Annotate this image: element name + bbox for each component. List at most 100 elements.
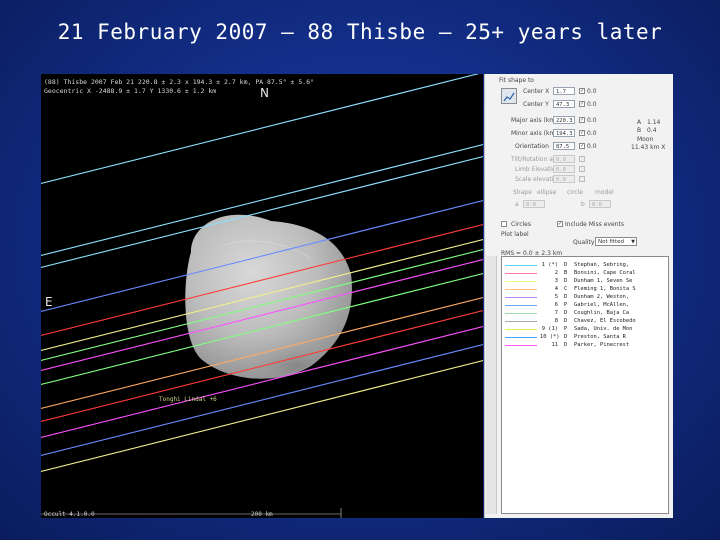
major-axis-label: Major axis (km) [511, 117, 558, 124]
circles-label: Circles [511, 221, 531, 228]
minor-axis-label: Minor axis (km) [511, 130, 558, 137]
plot-header-line-1: (88) Thisbe 2007 Feb 21 220.8 ± 2.3 x 19… [44, 78, 315, 86]
chord-list[interactable]: 1 (*) D Stephan, Sebring, 2 B Bonsini, Cape C… [501, 256, 669, 514]
chord-list-row[interactable]: 10 (*) D Preston, Santa R [502, 333, 668, 341]
major-axis-field[interactable]: 220.3 [553, 116, 575, 124]
chord-list-row[interactable]: 11 D Parker, Pinecrest [502, 341, 668, 349]
major-axis-check[interactable]: ✓ [579, 117, 585, 123]
north-label: N [260, 86, 269, 100]
tilt-check[interactable] [579, 156, 585, 162]
chord-code: P [564, 326, 568, 332]
chord-number: 11 [551, 342, 559, 348]
chord-code: D [564, 334, 568, 340]
chord-color-swatch [505, 264, 537, 266]
chord-color-swatch [505, 344, 537, 346]
chord-list-row[interactable]: 9 (1) P Sada, Univ. de Mon [502, 325, 668, 333]
chord-code: P [564, 302, 568, 308]
chord-observer: Bonsini, Cape Coral [574, 270, 636, 276]
chord-observer: Parker, Pinecrest [574, 342, 630, 348]
center-x-sd: 0.0 [587, 88, 597, 95]
chord-plot-canvas [41, 74, 483, 518]
slide-title: 21 February 2007 – 88 Thisbe – 25+ years… [57, 20, 663, 44]
chord-number: 4 [554, 286, 558, 292]
chord-number: 2 [554, 270, 558, 276]
dim-a-field[interactable]: 0.0 [523, 200, 545, 208]
quality-label: Quality [573, 239, 595, 246]
quality-value: Not fitted [598, 239, 625, 245]
minor-axis-check[interactable]: ✓ [579, 130, 585, 136]
chord-list-row[interactable]: 5 D Dunham 2, Weston, [502, 293, 668, 301]
chord-list-row[interactable]: 8 D Chavez, El Escobedo [502, 317, 668, 325]
include-miss-check[interactable]: ✓ [557, 221, 563, 227]
chord-color-swatch [505, 272, 537, 274]
chord-code: D [564, 318, 568, 324]
tilt-field[interactable]: 0.0 [553, 155, 575, 163]
chevron-down-icon: ▼ [631, 239, 635, 245]
shape-option-ellipse[interactable]: ellipse [537, 189, 556, 196]
center-y-check[interactable]: ✓ [579, 101, 585, 107]
fit-group-label: Fit shape to [499, 77, 534, 84]
limb-check[interactable] [579, 166, 585, 172]
chord-number: 3 [554, 278, 558, 284]
chord-color-swatch [505, 336, 537, 338]
center-x-field[interactable]: 1.7 [553, 87, 575, 95]
chord-number: 6 [554, 302, 558, 308]
chord-observer: Fleming 1, Bonita S [574, 286, 636, 292]
shape-option-circle[interactable]: circle [567, 189, 583, 196]
chord-color-swatch [505, 312, 537, 314]
chord-list-row[interactable]: 1 (*) D Stephan, Sebring, [502, 261, 668, 269]
chord-observer: Stephan, Sebring, [574, 262, 630, 268]
orientation-sd: 0.0 [587, 143, 597, 150]
chord-list-row[interactable]: 2 B Bonsini, Cape Coral [502, 269, 668, 277]
minor-axis-field[interactable]: 194.3 [553, 129, 575, 137]
chord-list-row[interactable]: 7 D Coughlin, Baja Ca [502, 309, 668, 317]
chord-number: 5 [554, 294, 558, 300]
panel-scrollbar[interactable] [486, 256, 497, 514]
plot-header-line-2: Geocentric X -2488.9 ± 1.7 Y 1330.6 ± 1.… [44, 87, 217, 95]
chord-number: 10 (*) [540, 334, 560, 340]
chord-color-swatch [505, 280, 537, 282]
chord-code: D [564, 294, 568, 300]
plot-label-label: Plot label [501, 231, 529, 238]
chord-list-row[interactable]: 4 C Fleming 1, Bonita S [502, 285, 668, 293]
chord-color-swatch [505, 328, 537, 330]
chord-list-row[interactable]: 3 D Dunham 1, Seven Se [502, 277, 668, 285]
center-y-label: Center Y [523, 101, 549, 108]
dim-a-label: a [515, 201, 519, 208]
ratio-label-a: A [637, 119, 642, 126]
occultation-plot[interactable]: (88) Thisbe 2007 Feb 21 220.8 ± 2.3 x 19… [41, 74, 483, 518]
chord-observer: Dunham 2, Weston, [574, 294, 630, 300]
chord-code: D [564, 310, 568, 316]
scale-elev-check[interactable] [579, 176, 585, 182]
chord-observer: Chavez, El Escobedo [574, 318, 636, 324]
moon-label: Moon [637, 136, 654, 143]
chord-number: 7 [554, 310, 558, 316]
shape-label: Shape [513, 189, 532, 196]
circles-check[interactable] [501, 221, 507, 227]
chord-code: D [564, 278, 568, 284]
chord-observer: Coughlin, Baja Ca [574, 310, 630, 316]
minor-axis-sd: 0.0 [587, 130, 597, 137]
chord-observer: Sada, Univ. de Mon [574, 326, 633, 332]
orientation-field[interactable]: 87.5 [553, 142, 575, 150]
center-y-field[interactable]: 47.3 [553, 100, 575, 108]
center-x-label: Center X [523, 88, 550, 95]
center-x-check[interactable]: ✓ [579, 88, 585, 94]
chord-code: B [564, 270, 568, 276]
orientation-label: Orientation [515, 143, 549, 150]
limb-field[interactable]: 0.0 [553, 165, 575, 173]
shape-option-model[interactable]: model [595, 189, 614, 196]
chord-observer: Dunham 1, Seven Se [574, 278, 633, 284]
east-label: E [45, 295, 53, 309]
quality-select[interactable]: Not fitted ▼ [595, 237, 637, 246]
chord-list-row[interactable]: 6 P Gabriel, McAllen, [502, 301, 668, 309]
chord-color-swatch [505, 320, 537, 322]
chart-icon[interactable] [501, 88, 517, 104]
scale-elev-field[interactable]: 0.0 [553, 175, 575, 183]
dim-b-field[interactable]: 0.0 [589, 200, 611, 208]
chord-annotation: Tonghi Lindal +6 [159, 396, 217, 403]
ratio-value-b: 0.4 [647, 127, 657, 134]
version-label: Occult 4.1.0.0 [44, 511, 95, 518]
orientation-check[interactable]: ✓ [579, 143, 585, 149]
ratio-value-a: 1.14 [647, 119, 661, 126]
